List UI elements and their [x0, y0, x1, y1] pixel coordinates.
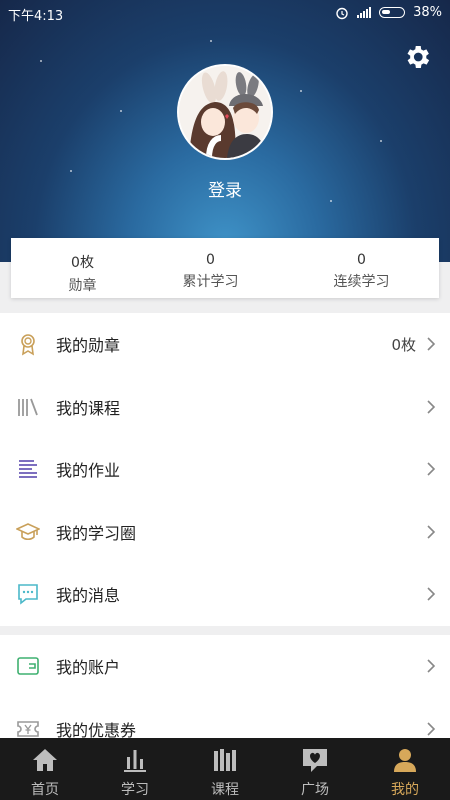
- menu-label: 我的账户: [56, 658, 121, 678]
- tab-square[interactable]: 广场: [270, 738, 360, 800]
- status-time: 下午4:13: [8, 9, 64, 24]
- stat-medals[interactable]: 0枚 勋章: [11, 238, 154, 295]
- menu-label: 我的勋章: [56, 336, 121, 356]
- avatar-illustration: [179, 66, 271, 158]
- menu-item-medals[interactable]: 我的勋章 0枚: [0, 313, 450, 376]
- login-link[interactable]: 登录: [0, 176, 450, 201]
- menu-item-homework[interactable]: 我的作业: [0, 438, 450, 501]
- signal-icon: [357, 7, 372, 18]
- tab-label: 我的: [391, 782, 419, 798]
- home-icon: [33, 749, 57, 771]
- stat-label: 勋章: [68, 278, 97, 294]
- tab-label: 学习: [121, 782, 149, 798]
- menu-label: 我的学习圈: [56, 523, 137, 543]
- stat-streak[interactable]: 0 连续学习: [290, 238, 433, 291]
- wallet-icon: [17, 657, 39, 676]
- chevron-right-icon: [427, 462, 436, 476]
- menu-label: 我的课程: [56, 398, 121, 418]
- chevron-right-icon: [427, 587, 436, 601]
- stat-label: 累计学习: [182, 274, 239, 290]
- chevron-right-icon: [427, 400, 436, 414]
- menu-label: 我的作业: [56, 461, 121, 481]
- chevron-right-icon: [427, 525, 436, 539]
- menu-item-account[interactable]: 我的账户: [0, 635, 450, 698]
- battery-percent: 38%: [413, 5, 442, 20]
- books-icon: [214, 749, 236, 771]
- menu-group-learning: 我的勋章 0枚 我的课程 我的作业 我的学习圈 我的消息: [0, 313, 450, 626]
- stat-total-study[interactable]: 0 累计学习: [139, 238, 282, 291]
- coupon-icon: [17, 720, 39, 737]
- medal-icon: [21, 334, 35, 356]
- stat-value: 0枚: [71, 255, 94, 271]
- status-bar: 下午4:13 38%: [0, 0, 450, 26]
- message-bubble-icon: [18, 584, 38, 605]
- tab-label: 首页: [31, 782, 59, 798]
- menu-item-courses[interactable]: 我的课程: [0, 376, 450, 439]
- chevron-right-icon: [427, 659, 436, 673]
- tab-courses[interactable]: 课程: [180, 738, 270, 800]
- menu-item-messages[interactable]: 我的消息: [0, 563, 450, 626]
- menu-group-account: 我的账户 我的优惠券: [0, 635, 450, 738]
- menu-label: 我的消息: [56, 586, 121, 606]
- stats-card: 0枚 勋章 0 累计学习 0 连续学习: [11, 238, 439, 298]
- avatar[interactable]: [177, 64, 273, 160]
- stat-value: 0: [206, 252, 215, 268]
- profile-header: 下午4:13 38% 登录: [0, 0, 450, 262]
- bar-chart-icon: [124, 750, 146, 772]
- menu-value: 0枚: [391, 335, 416, 354]
- heart-chat-icon: [303, 749, 327, 772]
- list-lines-icon: [19, 460, 37, 479]
- menu-item-study-circle[interactable]: 我的学习圈: [0, 501, 450, 564]
- tab-label: 广场: [301, 782, 329, 798]
- menu-item-coupons[interactable]: 我的优惠券: [0, 698, 450, 738]
- alarm-icon: [336, 7, 348, 19]
- stat-label: 连续学习: [333, 274, 390, 290]
- tab-label: 课程: [211, 782, 239, 798]
- battery-icon: [379, 7, 406, 18]
- graduation-cap-icon: [16, 522, 40, 540]
- tab-home[interactable]: 首页: [0, 738, 90, 800]
- chevron-right-icon: [427, 722, 436, 736]
- menu-label: 我的优惠券: [56, 720, 137, 738]
- gear-icon[interactable]: [402, 42, 432, 72]
- user-icon: [394, 749, 416, 772]
- bottom-tab-bar: 首页 学习 课程 广场 我的: [0, 738, 450, 800]
- chevron-right-icon: [427, 337, 436, 351]
- tab-mine[interactable]: 我的: [360, 738, 450, 800]
- books-icon: [18, 398, 38, 416]
- tab-study[interactable]: 学习: [90, 738, 180, 800]
- stat-value: 0: [357, 252, 366, 268]
